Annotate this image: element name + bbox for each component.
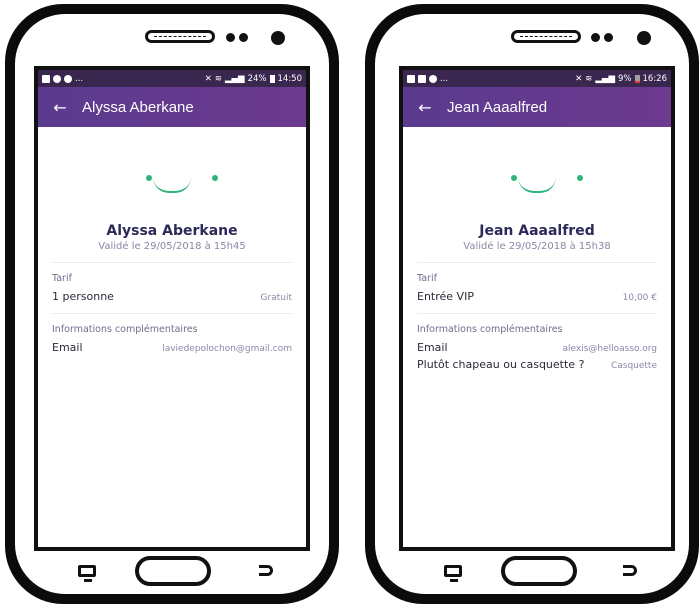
battery-icon — [269, 74, 275, 83]
tarif-price: Gratuit — [260, 293, 292, 303]
arrow-left-icon[interactable]: ← — [38, 87, 82, 127]
info-value: Casquette — [610, 361, 657, 371]
sensor-dot — [239, 33, 248, 42]
speaker-grille — [511, 30, 581, 43]
tarif-price: 10,00 € — [622, 293, 657, 303]
info-value: alexis@helloasso.org — [562, 344, 657, 354]
app-notification-icon — [53, 74, 61, 83]
info-label: Informations complémentaires — [417, 324, 563, 335]
info-row: Email laviedepolochon@gmail.com — [52, 341, 292, 354]
battery-icon — [634, 74, 640, 83]
participant-name: Alyssa Aberkane — [106, 223, 238, 239]
smile-icon — [417, 127, 657, 217]
participant-name: Jean Aaaalfred — [479, 223, 595, 239]
more-notifications: ... — [440, 73, 449, 84]
app-bar: ← Jean Aaaalfred — [403, 87, 671, 127]
smile-eye — [577, 175, 583, 181]
info-value: laviedepolochon@gmail.com — [162, 344, 292, 354]
camera-dot — [637, 31, 651, 45]
clock: 16:26 — [642, 73, 668, 84]
wifi-icon: ≋ — [214, 73, 222, 84]
smile-eye — [511, 175, 517, 181]
smile-icon — [52, 127, 292, 217]
info-key: Email — [52, 341, 83, 354]
tarif-label: Tarif — [417, 273, 437, 284]
validation-date: Validé le 29/05/2018 à 15h45 — [98, 241, 246, 252]
app-bar-title: Jean Aaaalfred — [447, 98, 548, 116]
image-notification-icon — [42, 74, 50, 83]
clock: 14:50 — [277, 73, 303, 84]
arrow-left-icon[interactable]: ← — [403, 87, 447, 127]
battery-percent: 9% — [618, 73, 632, 84]
more-notifications: ... — [75, 73, 84, 84]
app-bar: ← Alyssa Aberkane — [38, 87, 306, 127]
battery-percent: 24% — [247, 73, 267, 84]
camera-dot — [271, 31, 285, 45]
wifi-icon: ≋ — [585, 73, 593, 84]
app-bar-title: Alyssa Aberkane — [82, 98, 194, 116]
status-bar: ... ✕ ≋ ▂▄▆ 24% 14:50 — [38, 70, 306, 87]
back-nav-icon[interactable] — [259, 565, 273, 576]
sensor-dot — [226, 33, 235, 42]
info-key: Plutôt chapeau ou casquette ? — [417, 358, 585, 371]
image-notification-icon — [407, 74, 415, 83]
tarif-row: 1 personne Gratuit — [52, 290, 292, 303]
tarif-row: Entrée VIP 10,00 € — [417, 290, 657, 303]
sensor-dot — [604, 33, 613, 42]
signal-icon: ▂▄▆ — [224, 73, 245, 84]
smile-mouth — [518, 177, 556, 193]
app-notification-icon — [429, 74, 437, 83]
smile-mouth — [153, 177, 191, 193]
tarif-name: Entrée VIP — [417, 290, 474, 303]
sensor-dot — [591, 33, 600, 42]
home-button[interactable] — [501, 556, 577, 586]
validation-date: Validé le 29/05/2018 à 15h38 — [463, 241, 611, 252]
mute-icon: ✕ — [575, 73, 583, 84]
info-row: Plutôt chapeau ou casquette ? Casquette — [417, 358, 657, 371]
phone-left: ... ✕ ≋ ▂▄▆ 24% 14:50 ← Alyssa Aberkane … — [5, 4, 339, 604]
tarif-label: Tarif — [52, 273, 72, 284]
screen: ... ✕ ≋ ▂▄▆ 24% 14:50 ← Alyssa Aberkane … — [34, 66, 310, 551]
status-bar: ... ✕ ≋ ▂▄▆ 9% 16:26 — [403, 70, 671, 87]
recent-apps-icon[interactable] — [444, 565, 462, 582]
divider — [52, 262, 292, 263]
divider — [417, 262, 657, 263]
home-button[interactable] — [135, 556, 211, 586]
app-notification-icon — [64, 74, 72, 83]
mute-icon: ✕ — [204, 73, 212, 84]
divider — [52, 313, 292, 314]
speaker-grille — [145, 30, 215, 43]
recent-apps-icon[interactable] — [78, 565, 96, 582]
participant-details: Jean Aaaalfred Validé le 29/05/2018 à 15… — [403, 127, 671, 371]
screen: ... ✕ ≋ ▂▄▆ 9% 16:26 ← Jean Aaaalfred Je… — [399, 66, 675, 551]
tarif-name: 1 personne — [52, 290, 114, 303]
phone-right: ... ✕ ≋ ▂▄▆ 9% 16:26 ← Jean Aaaalfred Je… — [365, 4, 699, 604]
info-key: Email — [417, 341, 448, 354]
divider — [417, 313, 657, 314]
smile-eye — [146, 175, 152, 181]
info-label: Informations complémentaires — [52, 324, 198, 335]
signal-icon: ▂▄▆ — [595, 73, 615, 84]
back-nav-icon[interactable] — [623, 565, 637, 576]
app-notification-icon — [418, 74, 426, 83]
smile-eye — [212, 175, 218, 181]
info-row: Email alexis@helloasso.org — [417, 341, 657, 354]
participant-details: Alyssa Aberkane Validé le 29/05/2018 à 1… — [38, 127, 306, 354]
